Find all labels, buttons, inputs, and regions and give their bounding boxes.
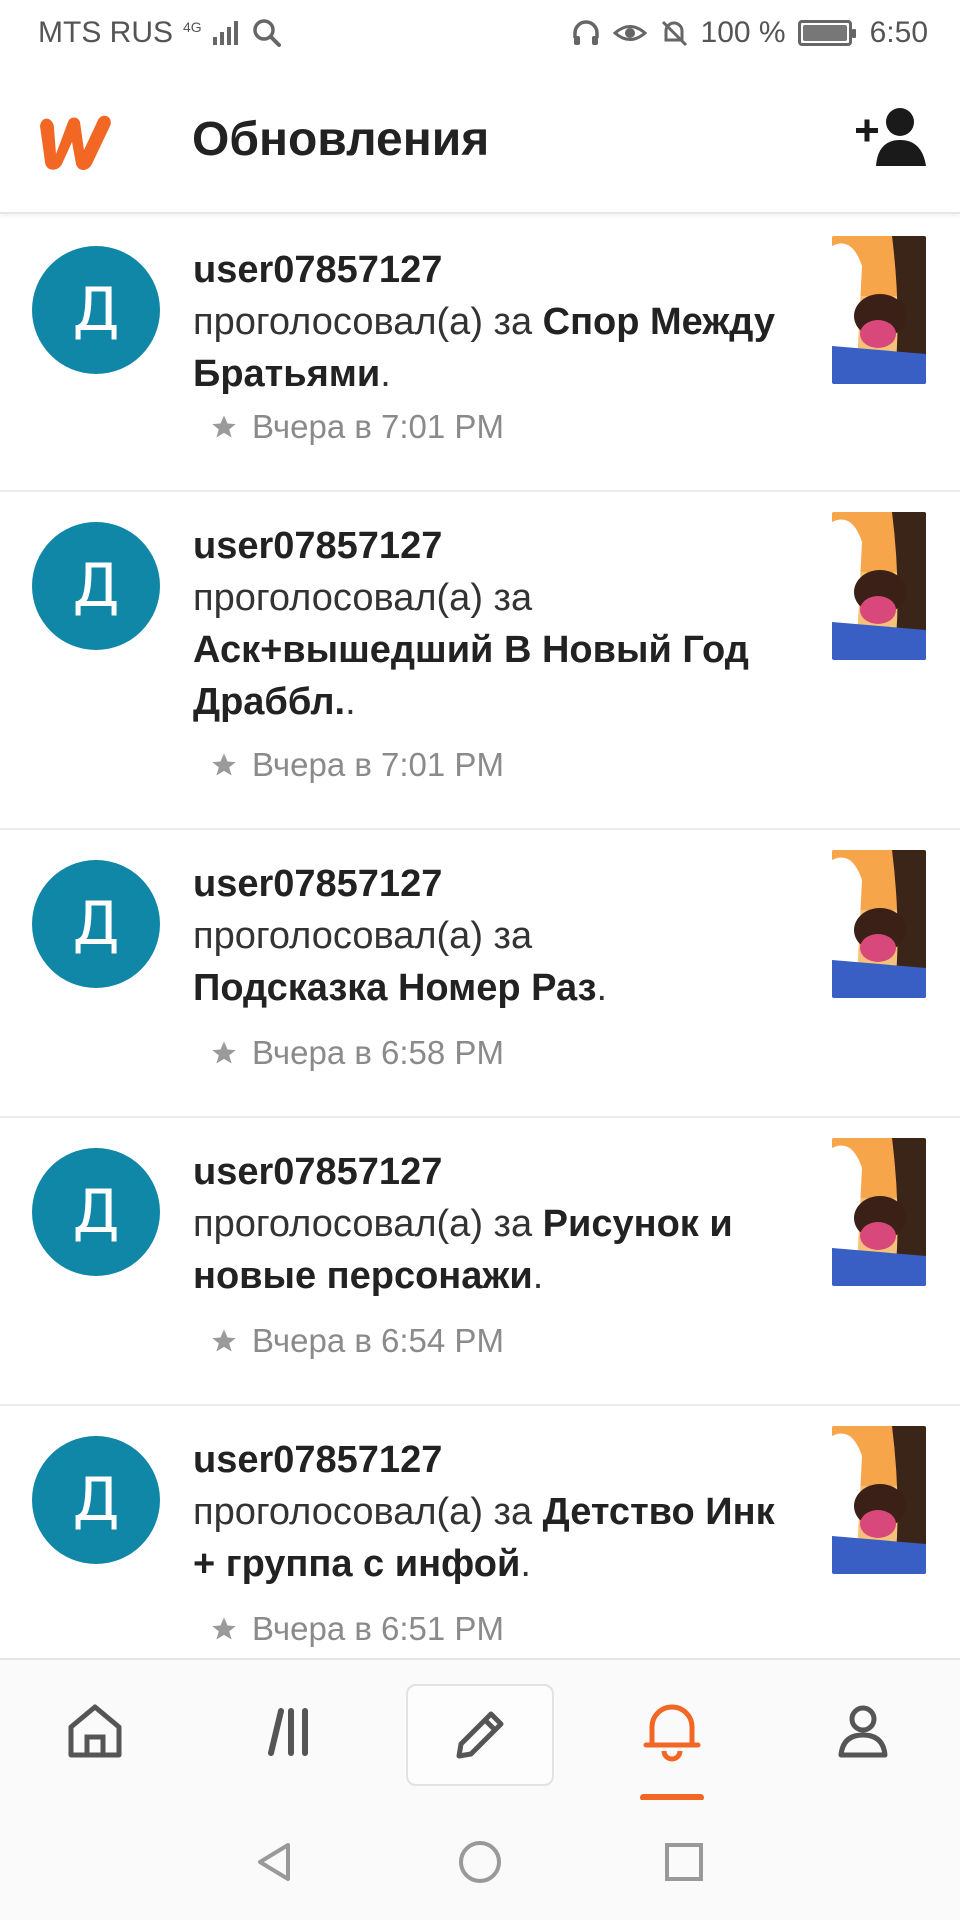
timestamp: Вчера в 6:51 PM — [210, 1610, 504, 1648]
username-link[interactable]: user07857127 — [193, 1434, 793, 1486]
square-recents-icon — [665, 1843, 703, 1881]
avatar[interactable]: Д — [32, 860, 160, 988]
story-cover-image[interactable] — [832, 1138, 926, 1286]
timestamp: Вчера в 6:58 PM — [210, 1034, 504, 1072]
list-item[interactable]: Д user07857127 проголосовал(а) за Спор М… — [0, 216, 960, 492]
story-link[interactable]: Подсказка Номер Раз — [193, 967, 597, 1009]
story-link[interactable]: Аск+вышедший В Новый Год Драббл. — [193, 629, 749, 723]
nav-profile[interactable] — [818, 1686, 908, 1776]
action-text: проголосовал(а) за — [193, 577, 533, 619]
story-cover-image[interactable] — [832, 236, 926, 384]
username-link[interactable]: user07857127 — [193, 520, 793, 572]
list-item[interactable]: Д user07857127 проголосовал(а) за Аск+вы… — [0, 492, 960, 830]
network-type: 4G — [183, 19, 202, 35]
bottom-navigation — [0, 1658, 960, 1801]
write-icon — [456, 1711, 504, 1759]
battery-percent: 100 % — [700, 16, 786, 49]
nav-notifications[interactable] — [627, 1686, 717, 1776]
update-text: user07857127 проголосовал(а) за Детство … — [193, 1434, 793, 1590]
story-cover-image[interactable] — [832, 850, 926, 998]
home-icon — [68, 1704, 122, 1758]
notifications-icon — [643, 1704, 701, 1762]
avatar[interactable]: Д — [32, 1436, 160, 1564]
profile-icon — [838, 1705, 888, 1758]
timestamp: Вчера в 7:01 PM — [210, 746, 504, 784]
app-header: Обновления — [0, 66, 960, 214]
signal-icon — [212, 21, 238, 45]
clock: 6:50 — [869, 16, 928, 49]
story-cover-image[interactable] — [832, 512, 926, 660]
back-icon — [258, 1843, 290, 1881]
circle-home-icon — [459, 1841, 501, 1883]
list-item[interactable]: Д user07857127 проголосовал(а) за Подска… — [0, 830, 960, 1118]
username-link[interactable]: user07857127 — [193, 244, 793, 296]
action-text: проголосовал(а) за — [193, 1203, 533, 1245]
list-item[interactable]: Д user07857127 проголосовал(а) за Рисуно… — [0, 1118, 960, 1406]
action-text: проголосовал(а) за — [193, 301, 533, 343]
update-text: user07857127 проголосовал(а) за Подсказк… — [193, 858, 793, 1014]
search-icon — [252, 19, 281, 47]
star-icon — [212, 415, 236, 438]
page-title: Обновления — [192, 113, 490, 166]
action-text: проголосовал(а) за — [193, 1491, 533, 1533]
recents-button[interactable] — [654, 1832, 714, 1892]
status-bar: MTS RUS 4G 100 % 6:50 — [0, 0, 960, 66]
avatar[interactable]: Д — [32, 246, 160, 374]
bell-muted-icon — [661, 20, 687, 47]
username-link[interactable]: user07857127 — [193, 858, 793, 910]
library-icon — [268, 1708, 308, 1756]
story-cover-image[interactable] — [832, 1426, 926, 1574]
battery-icon — [797, 20, 856, 46]
star-icon — [212, 1041, 236, 1064]
updates-feed: Д user07857127 проголосовал(а) за Спор М… — [0, 216, 960, 1658]
timestamp: Вчера в 6:54 PM — [210, 1322, 504, 1360]
timestamp: Вчера в 7:01 PM — [210, 408, 504, 446]
update-text: user07857127 проголосовал(а) за Рисунок … — [193, 1146, 793, 1302]
headphones-icon — [572, 20, 599, 45]
update-text: user07857127 проголосовал(а) за Спор Меж… — [193, 244, 793, 400]
avatar[interactable]: Д — [32, 522, 160, 650]
back-button[interactable] — [245, 1832, 305, 1892]
wattpad-logo — [40, 115, 111, 170]
carrier-label: MTS RUS — [38, 16, 173, 49]
avatar[interactable]: Д — [32, 1148, 160, 1276]
home-button[interactable] — [450, 1832, 510, 1892]
star-icon — [212, 753, 236, 776]
update-text: user07857127 проголосовал(а) за Аск+выше… — [193, 520, 793, 728]
star-icon — [212, 1617, 236, 1640]
add-friend-icon[interactable] — [854, 104, 930, 170]
star-icon — [212, 1329, 236, 1352]
nav-library[interactable] — [246, 1686, 336, 1776]
eye-icon — [612, 25, 647, 41]
username-link[interactable]: user07857127 — [193, 1146, 793, 1198]
action-text: проголосовал(а) за — [193, 915, 533, 957]
list-item[interactable]: Д user07857127 проголосовал(а) за Детств… — [0, 1406, 960, 1658]
nav-write[interactable] — [406, 1684, 554, 1786]
nav-home[interactable] — [50, 1686, 140, 1776]
system-navigation-bar — [0, 1800, 960, 1920]
